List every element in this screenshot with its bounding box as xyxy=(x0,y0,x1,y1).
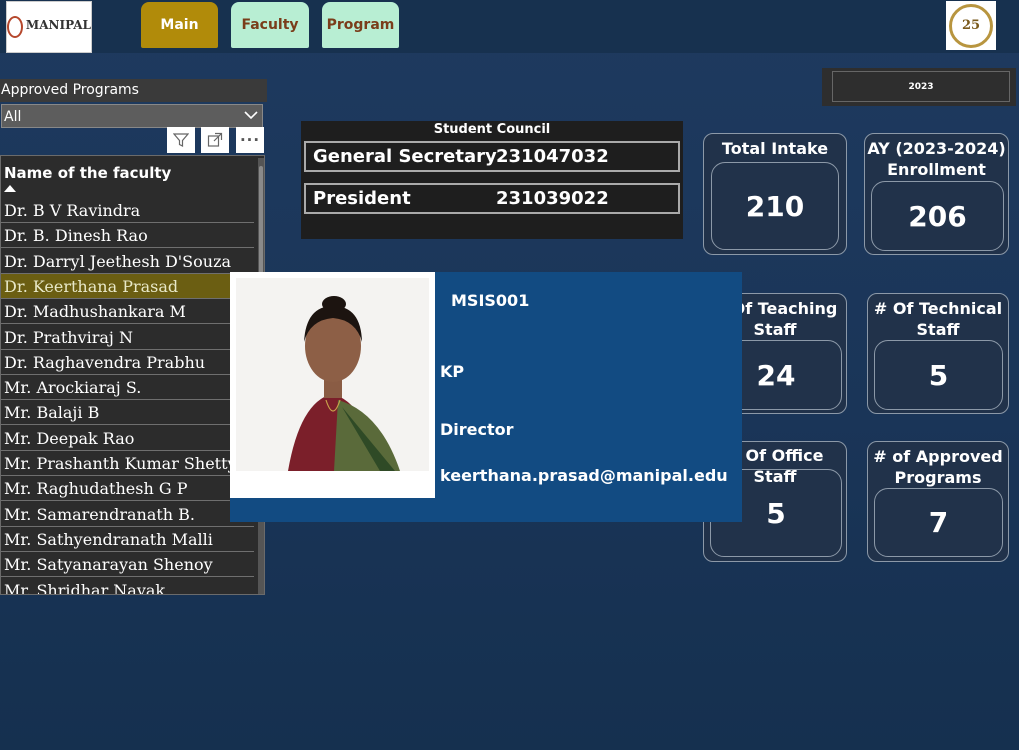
card-value: 5 xyxy=(874,340,1003,410)
filter-icon[interactable] xyxy=(167,127,195,153)
chevron-down-icon xyxy=(244,111,258,120)
more-options-icon[interactable]: ··· xyxy=(236,127,264,153)
card-title-line1: # of Approved xyxy=(873,447,1003,466)
anniversary-logo: 25 xyxy=(946,1,996,50)
faculty-list-item[interactable]: Mr. Shridhar Nayak xyxy=(1,578,254,595)
faculty-list-item[interactable]: Mr. Raghudathesh G P xyxy=(1,476,254,502)
manipal-seal-icon xyxy=(7,16,23,38)
manipal-logo: MANIPAL xyxy=(6,1,92,53)
council-role: General Secretary xyxy=(313,146,497,167)
faculty-list-item[interactable]: Mr. Samarendranath B. xyxy=(1,502,254,527)
card-title-line1: AY (2023-2024) xyxy=(867,139,1006,158)
faculty-list-item[interactable]: Dr. B. Dinesh Rao xyxy=(1,223,254,249)
anniversary-emblem-icon: 25 xyxy=(949,3,993,48)
council-row: President 231039022 xyxy=(304,183,680,214)
year-slicer: 2023 xyxy=(822,68,1016,106)
approved-programs-card: # of Approved Programs 7 xyxy=(867,441,1009,562)
faculty-email: keerthana.prasad@manipal.edu xyxy=(440,466,728,485)
faculty-list-item[interactable]: Mr. Arockiaraj S. xyxy=(1,375,254,401)
faculty-list-item[interactable]: Mr. Deepak Rao xyxy=(1,426,254,451)
total-intake-card: Total Intake 210 xyxy=(703,133,847,255)
focus-mode-icon[interactable] xyxy=(201,127,229,153)
faculty-list-item[interactable]: Mr. Satyanarayan Shenoy xyxy=(1,552,254,578)
council-id: 231047032 xyxy=(496,146,609,167)
card-title-line1: # Of Technical xyxy=(873,299,1003,318)
student-council-table: Student Council General Secretary 231047… xyxy=(301,121,683,239)
nav-program-button[interactable]: Program xyxy=(322,2,399,48)
card-value: 210 xyxy=(711,162,839,250)
enrollment-card: AY (2023-2024) Enrollment 206 xyxy=(864,133,1009,255)
faculty-list-item[interactable]: Dr. Keerthana Prasad xyxy=(1,273,254,299)
faculty-list-item[interactable]: Dr. Darryl Jeethesh D'Souza xyxy=(1,249,254,274)
faculty-initials: KP xyxy=(440,362,465,381)
faculty-list-item[interactable]: Mr. Sathyendranath Malli xyxy=(1,527,254,552)
slicer-label: Approved Programs xyxy=(0,79,267,102)
card-value: 206 xyxy=(871,181,1004,251)
list-header[interactable]: Name of the faculty xyxy=(4,164,171,182)
faculty-list-item[interactable]: Dr. B V Ravindra xyxy=(1,198,254,223)
nav-faculty-button[interactable]: Faculty xyxy=(231,2,309,48)
programs-dropdown[interactable]: All xyxy=(1,104,263,128)
dropdown-value: All xyxy=(4,109,22,125)
card-value: 7 xyxy=(874,488,1003,557)
faculty-designation: Director xyxy=(440,420,514,439)
nav-main-button[interactable]: Main xyxy=(141,2,218,48)
card-title: Total Intake xyxy=(721,139,829,158)
faculty-list-item[interactable]: Dr. Prathviraj N xyxy=(1,325,254,350)
logo-text: MANIPAL xyxy=(25,17,91,32)
card-title-line2: Staff xyxy=(916,320,960,339)
technical-staff-card: # Of Technical Staff 5 xyxy=(867,293,1009,414)
faculty-tooltip: MSIS001 KP Director keerthana.prasad@man… xyxy=(230,272,742,522)
sort-ascending-icon[interactable] xyxy=(4,185,16,192)
year-value[interactable]: 2023 xyxy=(832,71,1010,102)
council-title: Student Council xyxy=(433,122,551,137)
card-title-line2: Programs xyxy=(894,468,982,487)
faculty-list-item[interactable]: Mr. Balaji B xyxy=(1,400,254,426)
faculty-list-item[interactable]: Dr. Madhushankara M xyxy=(1,299,254,325)
faculty-code: MSIS001 xyxy=(451,291,530,310)
faculty-photo xyxy=(230,272,435,498)
card-title-line2: Enrollment xyxy=(887,160,986,179)
faculty-list-item[interactable]: Mr. Prashanth Kumar Shetty xyxy=(1,451,254,476)
council-row: General Secretary 231047032 xyxy=(304,141,680,172)
council-role: President xyxy=(313,188,411,209)
faculty-list-item[interactable]: Dr. Raghavendra Prabhu xyxy=(1,350,254,375)
faculty-list: Name of the faculty Dr. B V Ravindra Dr. … xyxy=(0,155,265,595)
council-id: 231039022 xyxy=(496,188,609,209)
